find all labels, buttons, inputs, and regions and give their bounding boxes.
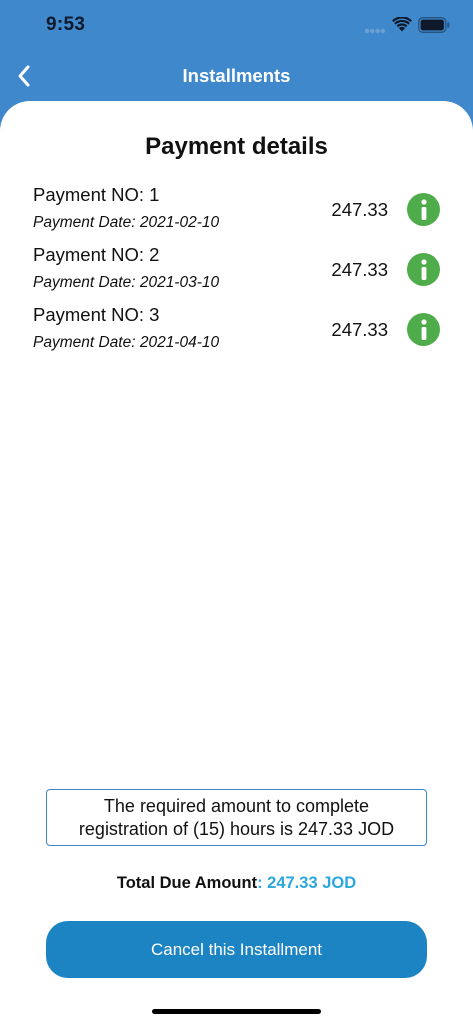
required-amount-notice: The required amount to complete registra… [46, 789, 427, 846]
screen: 9:53 Installments Payment details Paymen… [0, 0, 473, 1024]
payment-info-button[interactable] [407, 253, 440, 286]
info-icon [420, 258, 427, 280]
total-due: Total Due Amount: 247.33 JOD [0, 874, 473, 893]
info-icon [420, 318, 427, 340]
notice-text: The required amount to complete registra… [78, 795, 395, 839]
home-indicator [152, 1009, 321, 1014]
payment-row: Payment NO: 2 Payment Date: 2021-03-10 2… [0, 242, 473, 298]
page-title: Payment details [145, 133, 328, 160]
wifi-icon [392, 17, 412, 32]
status-time: 9:53 [46, 14, 86, 35]
payment-info-button[interactable] [407, 313, 440, 346]
payment-row: Payment NO: 3 Payment Date: 2021-04-10 2… [0, 302, 473, 358]
signal-icon [364, 28, 386, 34]
info-icon [420, 198, 427, 220]
nav-bar: Installments [0, 52, 473, 100]
payment-date: Payment Date: 2021-04-10 [33, 334, 220, 351]
cancel-installment-button[interactable]: Cancel this Installment [46, 921, 427, 978]
payment-number: Payment NO: 3 [33, 304, 160, 325]
total-due-value: : 247.33 JOD [257, 874, 357, 892]
payment-amount: 247.33 [331, 319, 388, 340]
content-card: Payment details Payment NO: 1 Payment Da… [0, 101, 473, 1024]
battery-icon [418, 17, 450, 33]
status-bar: 9:53 [0, 0, 473, 52]
payment-amount: 247.33 [331, 259, 388, 280]
payment-row: Payment NO: 1 Payment Date: 2021-02-10 2… [0, 182, 473, 238]
payment-date: Payment Date: 2021-03-10 [33, 274, 220, 291]
payment-number: Payment NO: 2 [33, 244, 160, 265]
payment-info-button[interactable] [407, 193, 440, 226]
payment-date: Payment Date: 2021-02-10 [33, 214, 220, 231]
nav-title: Installments [182, 65, 291, 86]
total-due-label: Total Due Amount [116, 874, 258, 892]
payment-amount: 247.33 [331, 199, 388, 220]
payment-number: Payment NO: 1 [33, 184, 160, 205]
